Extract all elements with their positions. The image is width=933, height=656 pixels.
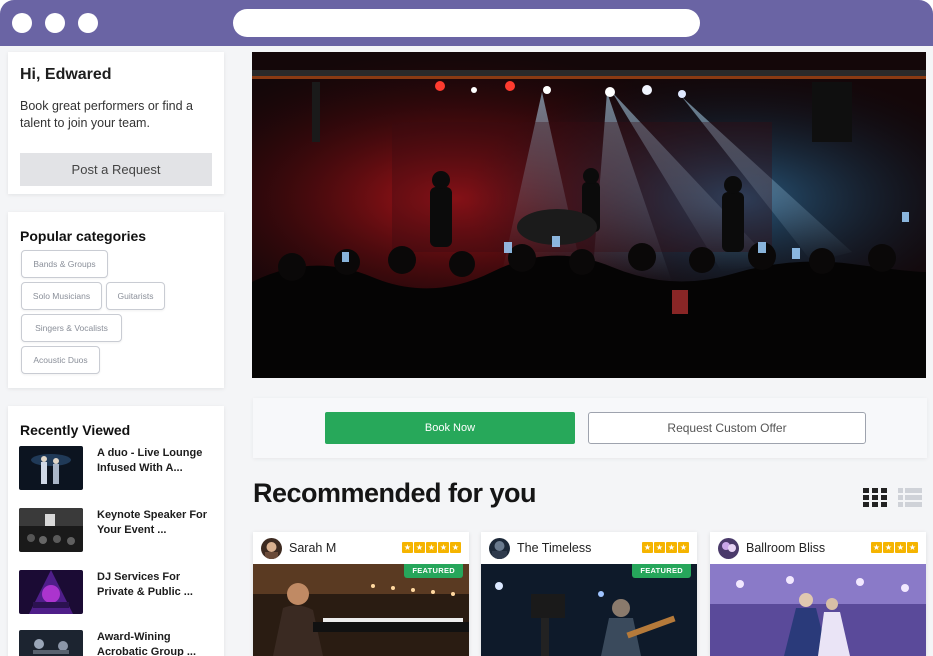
star-icon: ★ [871, 542, 882, 553]
performer-avatar [489, 538, 510, 559]
performer-image: FEATURED [481, 564, 697, 656]
recent-item[interactable]: A duo - Live Lounge Infused With A... [19, 446, 219, 492]
category-chip[interactable]: Singers & Vocalists [21, 314, 122, 342]
category-chip[interactable]: Guitarists [106, 282, 165, 310]
browser-titlebar [0, 0, 933, 46]
greeting-title: Hi, Edwared [20, 66, 112, 83]
recent-item[interactable]: DJ Services For Private & Public ... [19, 570, 219, 616]
address-bar[interactable] [233, 9, 700, 37]
window-close-dot[interactable] [12, 13, 32, 33]
performer-name: Sarah M [289, 541, 337, 555]
window-minimize-dot[interactable] [45, 13, 65, 33]
recently-viewed-title: Recently Viewed [20, 422, 131, 438]
recent-item-label: Keynote Speaker For Your Event ... [97, 509, 208, 536]
category-chip[interactable]: Bands & Groups [21, 250, 108, 278]
recently-viewed-card: Recently Viewed A duo - Live Lounge Infu… [8, 406, 224, 656]
recent-item[interactable]: Keynote Speaker For Your Event ... [19, 508, 219, 554]
rating-stars: ★ ★ ★ ★ [642, 542, 689, 554]
star-icon: ★ [426, 542, 437, 553]
performer-card[interactable]: Sarah M ★ ★ ★ ★ ★ FEATURED [253, 532, 469, 656]
window-maximize-dot[interactable] [78, 13, 98, 33]
featured-badge: FEATURED [632, 564, 691, 578]
star-icon: ★ [666, 542, 677, 553]
book-now-button[interactable]: Book Now [325, 412, 575, 444]
recent-thumbnail [19, 508, 83, 552]
performer-card[interactable]: Ballroom Bliss ★ ★ ★ ★ [710, 532, 926, 656]
performer-image: FEATURED [253, 564, 469, 656]
star-icon: ★ [642, 542, 653, 553]
recent-item-label: DJ Services For Private & Public ... [97, 571, 193, 598]
star-icon: ★ [414, 542, 425, 553]
recent-item-label: A duo - Live Lounge Infused With A... [97, 447, 203, 474]
greeting-text: Book great performers or find a talent t… [20, 99, 193, 130]
performer-avatar [261, 538, 282, 559]
featured-badge: FEATURED [404, 564, 463, 578]
recent-thumbnail [19, 446, 83, 490]
performer-card-header: Sarah M ★ ★ ★ ★ ★ [253, 532, 469, 564]
performer-name: The Timeless [517, 541, 592, 555]
categories-title: Popular categories [20, 228, 147, 244]
recent-thumbnail [19, 630, 83, 656]
star-icon: ★ [883, 542, 894, 553]
recent-thumbnail [19, 570, 83, 614]
request-custom-offer-button[interactable]: Request Custom Offer [588, 412, 866, 444]
star-icon: ★ [438, 542, 449, 553]
recent-item[interactable]: Award-Wining Acrobatic Group ... [19, 630, 219, 656]
star-icon: ★ [450, 542, 461, 553]
star-icon: ★ [678, 542, 689, 553]
recent-item-label: Award-Wining Acrobatic Group ... [97, 631, 197, 656]
greeting-card: Hi, Edwared Book great performers or fin… [8, 52, 224, 194]
star-icon: ★ [907, 542, 918, 553]
recommended-title: Recommended for you [253, 478, 537, 508]
popular-categories-card: Popular categories Bands & Groups Solo M… [8, 212, 224, 388]
star-icon: ★ [402, 542, 413, 553]
post-request-button[interactable]: Post a Request [20, 153, 212, 186]
performer-name: Ballroom Bliss [746, 541, 826, 555]
rating-stars: ★ ★ ★ ★ [871, 542, 918, 554]
performer-card[interactable]: The Timeless ★ ★ ★ ★ FEATURED [481, 532, 697, 656]
grid-view-icon[interactable] [863, 488, 887, 508]
hero-concert-image [252, 52, 926, 378]
browser-window: Hi, Edwared Book great performers or fin… [0, 0, 933, 656]
category-chip[interactable]: Solo Musicians [21, 282, 102, 310]
booking-action-bar: Book Now Request Custom Offer [253, 398, 927, 458]
performer-card-header: The Timeless ★ ★ ★ ★ [481, 532, 697, 564]
star-icon: ★ [654, 542, 665, 553]
performer-avatar [718, 538, 739, 559]
performer-card-header: Ballroom Bliss ★ ★ ★ ★ [710, 532, 926, 564]
page-content: Hi, Edwared Book great performers or fin… [0, 46, 933, 656]
category-chip[interactable]: Acoustic Duos [21, 346, 100, 374]
performer-image [710, 564, 926, 656]
rating-stars: ★ ★ ★ ★ ★ [402, 542, 461, 554]
star-icon: ★ [895, 542, 906, 553]
list-view-icon[interactable] [898, 488, 922, 508]
